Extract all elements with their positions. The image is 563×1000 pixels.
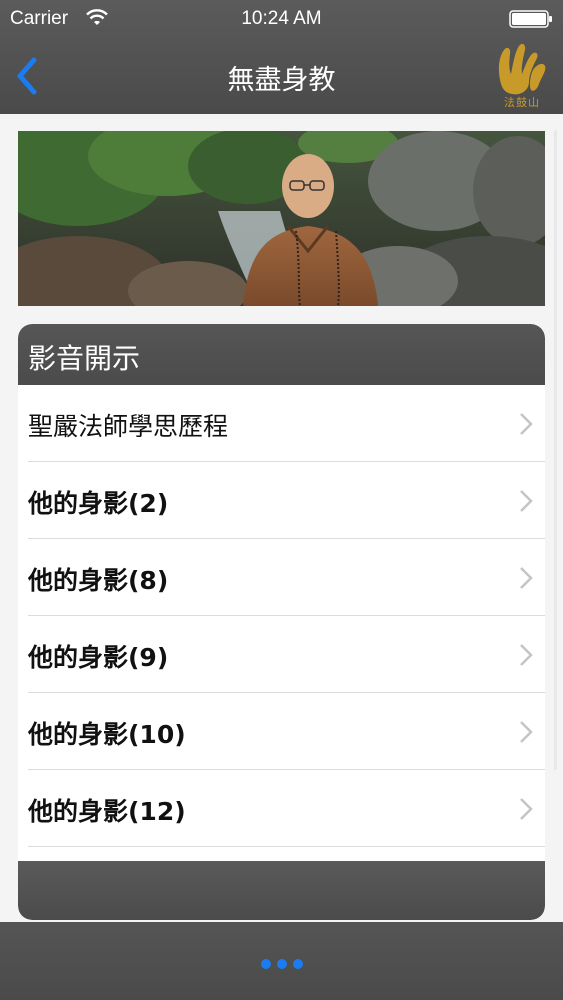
list-item-label: 他的身影(2) <box>28 489 169 518</box>
section-footer <box>18 861 545 920</box>
more-button[interactable] <box>0 954 563 973</box>
screen: Carrier 10:24 AM 無盡身教 法鼓山 影音開示 聖嚴法師學思歷程 … <box>0 0 563 1000</box>
scrollbar[interactable] <box>554 130 557 770</box>
list-item[interactable]: 他的身影(9) <box>18 616 545 693</box>
divider <box>28 846 545 847</box>
ellipsis-dot-icon <box>276 959 287 969</box>
list-item-label: 他的身影(10) <box>28 720 186 749</box>
chevron-right-icon <box>520 490 533 512</box>
ellipsis-dot-icon <box>292 959 303 969</box>
nav-bar: 無盡身教 法鼓山 <box>0 40 563 114</box>
logo-text: 法鼓山 <box>504 96 540 109</box>
bottom-bar <box>0 922 563 1000</box>
section-title: 影音開示 <box>28 342 141 375</box>
page-title: 無盡身教 <box>227 65 336 96</box>
list-item-label: 他的身影(8) <box>28 566 169 595</box>
hero-image <box>18 131 545 306</box>
battery-icon <box>509 10 552 28</box>
list-item[interactable]: 聖嚴法師學思歷程 <box>18 385 545 462</box>
chevron-right-icon <box>520 798 533 820</box>
dharma-drum-logo: 法鼓山 <box>495 40 549 110</box>
ellipsis-dot-icon <box>260 959 271 969</box>
chevron-right-icon <box>520 644 533 666</box>
clock: 10:24 AM <box>241 8 322 29</box>
chevron-right-icon <box>520 721 533 743</box>
hero-photo <box>18 131 545 306</box>
list-item[interactable]: 他的身影(2) <box>18 462 545 539</box>
section-header: 影音開示 <box>18 324 545 385</box>
video-talks-section: 影音開示 聖嚴法師學思歷程 他的身影(2) 他的身影(8) 他的身影(9) 他的… <box>18 324 545 920</box>
video-list: 聖嚴法師學思歷程 他的身影(2) 他的身影(8) 他的身影(9) 他的身影(10 <box>18 385 545 847</box>
chevron-right-icon <box>520 413 533 435</box>
list-item[interactable]: 他的身影(8) <box>18 539 545 616</box>
status-bar: Carrier 10:24 AM <box>0 0 563 40</box>
top-bar: Carrier 10:24 AM 無盡身教 法鼓山 <box>0 0 563 114</box>
hand-logo-icon <box>498 43 546 95</box>
list-item-label: 他的身影(9) <box>28 643 169 672</box>
list-item-label: 聖嚴法師學思歷程 <box>28 412 229 441</box>
list-item-label: 他的身影(12) <box>28 797 186 826</box>
list-item[interactable]: 他的身影(12) <box>18 770 545 847</box>
list-item[interactable]: 他的身影(10) <box>18 693 545 770</box>
chevron-right-icon <box>520 567 533 589</box>
